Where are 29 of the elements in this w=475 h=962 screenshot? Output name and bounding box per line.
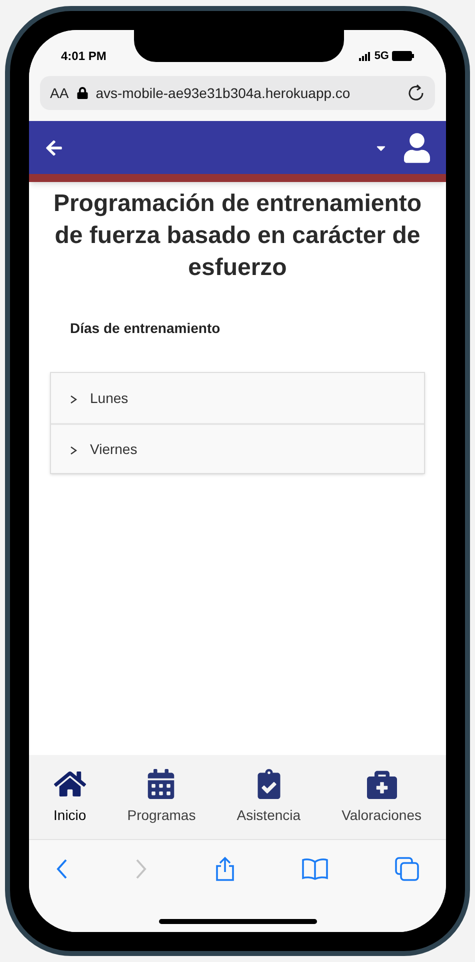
- medical-kit-icon: [366, 768, 398, 798]
- address-bar[interactable]: AA avs-mobile-ae93e31b304a.herokuapp.co: [40, 76, 435, 110]
- status-time: 4:01 PM: [61, 48, 106, 65]
- bookmarks-icon[interactable]: [300, 858, 329, 880]
- day-label: Lunes: [90, 388, 128, 408]
- nav-tab[interactable]: Programas: [127, 768, 196, 826]
- signal-icon: [359, 52, 372, 60]
- share-icon[interactable]: [214, 856, 236, 882]
- back-arrow-icon[interactable]: [45, 138, 63, 156]
- lock-icon: [76, 87, 88, 99]
- accordion-item[interactable]: Lunes: [51, 373, 424, 423]
- nav-tab[interactable]: Inicio: [54, 768, 86, 826]
- page-title: Programación de entrenamiento de fuerza basado en carácter de esfuerzo: [52, 189, 423, 283]
- nav-tab[interactable]: Valoraciones: [342, 768, 422, 826]
- day-label: Viernes: [90, 440, 138, 458]
- url-text: avs-mobile-ae93e31b304a.herokuapp.co: [96, 84, 352, 103]
- home-icon: [54, 768, 86, 798]
- network-label: 5G: [374, 48, 389, 64]
- user-icon[interactable]: [404, 132, 430, 162]
- text-size-button[interactable]: AA: [50, 82, 69, 104]
- chevron-icon: [69, 395, 78, 404]
- section-label: Días de entrenamiento: [70, 319, 222, 338]
- browser-back-icon[interactable]: [55, 858, 69, 880]
- reload-icon[interactable]: [407, 84, 425, 102]
- battery-icon: [392, 51, 414, 61]
- chevron-icon: [69, 446, 78, 455]
- nav-tab[interactable]: Asistencia: [236, 768, 301, 826]
- tabs-icon[interactable]: [394, 856, 420, 882]
- accordion-item[interactable]: Viernes: [51, 423, 424, 473]
